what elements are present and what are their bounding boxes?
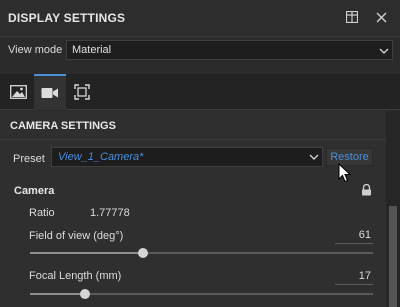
settings-tabbar bbox=[0, 74, 400, 110]
focal-slider-thumb[interactable] bbox=[79, 289, 90, 299]
section-divider bbox=[0, 139, 386, 140]
camera-settings-title: CAMERA SETTINGS bbox=[10, 120, 116, 132]
panel-header: DISPLAY SETTINGS bbox=[0, 0, 400, 37]
chevron-down-icon bbox=[309, 154, 319, 160]
preset-select[interactable]: View_1_Camera* bbox=[51, 147, 323, 167]
focal-slider-fill bbox=[30, 293, 85, 295]
view-mode-label: View mode bbox=[8, 44, 63, 56]
camera-settings-panel: CAMERA SETTINGS Preset View_1_Camera* Re… bbox=[0, 111, 386, 307]
frame-icon bbox=[74, 84, 90, 100]
tab-image[interactable] bbox=[2, 74, 34, 110]
ratio-value: 1.77778 bbox=[90, 207, 130, 219]
image-icon bbox=[9, 85, 27, 99]
view-mode-select[interactable]: Material bbox=[66, 40, 393, 60]
chevron-down-icon bbox=[379, 48, 389, 54]
panel-scrollbar[interactable] bbox=[386, 111, 400, 307]
fov-slider-fill bbox=[30, 252, 144, 254]
ratio-label: Ratio bbox=[29, 207, 55, 219]
view-mode-row: View mode Material bbox=[0, 38, 400, 63]
tab-frame[interactable] bbox=[66, 74, 98, 110]
dock-icon[interactable] bbox=[343, 8, 361, 26]
fov-input[interactable]: 61 bbox=[335, 228, 373, 244]
focal-length-label: Focal Length (mm) bbox=[29, 270, 122, 282]
lock-icon[interactable] bbox=[361, 184, 372, 196]
preset-label: Preset bbox=[13, 153, 45, 165]
mouse-cursor-icon bbox=[338, 163, 352, 183]
fov-slider[interactable] bbox=[30, 248, 373, 258]
camera-group-title: Camera bbox=[14, 185, 55, 197]
tab-camera[interactable] bbox=[34, 74, 66, 110]
fov-slider-thumb[interactable] bbox=[138, 248, 149, 258]
panel-title: DISPLAY SETTINGS bbox=[8, 11, 126, 25]
focal-length-slider[interactable] bbox=[30, 289, 373, 299]
view-mode-value: Material bbox=[72, 44, 112, 56]
camera-icon bbox=[41, 88, 58, 98]
focal-length-input[interactable]: 17 bbox=[335, 269, 373, 285]
scrollbar-thumb[interactable] bbox=[389, 206, 397, 307]
preset-value: View_1_Camera* bbox=[58, 151, 144, 163]
close-icon[interactable] bbox=[372, 8, 390, 26]
fov-label: Field of view (deg°) bbox=[29, 230, 124, 242]
